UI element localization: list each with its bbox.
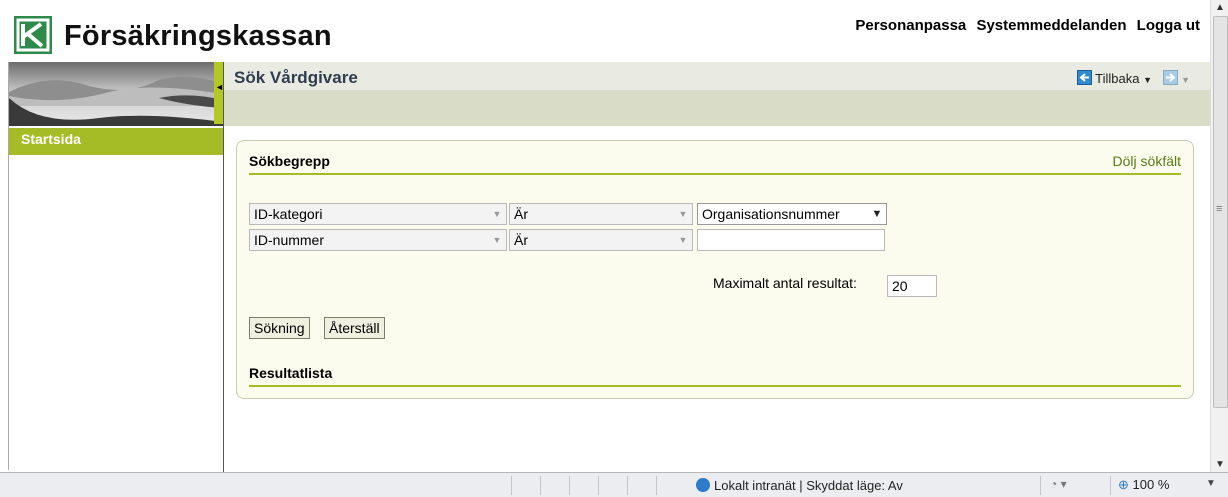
toolbar-band [224,90,1210,126]
hide-search-link[interactable]: Dölj sökfält [1113,153,1181,169]
personalize-link[interactable]: Personanpassa [855,17,966,34]
search-section-title: Sökbegrepp [249,153,330,169]
security-zone[interactable]: Lokalt intranät | Skyddat läge: Av [696,478,903,493]
back-button[interactable]: Tillbaka ▼ [1077,70,1152,86]
field-select-value: ID-nummer [254,232,325,248]
field-select-1[interactable]: ID-kategori ▼ [249,203,507,225]
chevron-down-icon: ▼ [492,209,502,219]
system-messages-link[interactable]: Systemmeddelanden [976,17,1126,34]
operator-select-2[interactable]: Är ▼ [509,229,693,251]
globe-icon [696,478,710,492]
back-label: Tillbaka [1095,71,1140,86]
operator-select-1[interactable]: Är ▼ [509,203,693,225]
security-zone-text: Lokalt intranät | Skyddat läge: Av [714,478,903,493]
status-divider [511,476,512,495]
zoom-value: 100 % [1132,477,1170,492]
status-divider [569,476,570,495]
app-header: Försäkringskassan Personanpassa Systemme… [0,0,1210,62]
max-results-label: Maximalt antal resultat: [713,275,857,291]
logo-icon [14,16,52,54]
status-divider [1040,476,1041,495]
landscape-banner [9,62,223,126]
title-bar: Sök Vårdgivare Tillbaka ▼ ▼ [224,62,1210,90]
logout-link[interactable]: Logga ut [1137,17,1200,34]
sidebar-item-startsida[interactable]: Startsida [9,128,223,155]
results-section-header: Resultatlista [249,363,1181,387]
scroll-up-icon[interactable]: ▲ [1215,2,1225,13]
id-number-input[interactable] [697,229,885,251]
back-arrow-icon [1077,70,1093,85]
search-button[interactable]: Sökning [249,317,310,339]
search-panel: Sökbegrepp Dölj sökfält ID-kategori ▼ Är… [236,140,1194,399]
chevron-down-icon: ▼ [492,235,502,245]
forward-arrow-icon [1163,70,1179,85]
operator-select-value: Är [514,206,528,222]
chevron-down-icon: ▼ [678,235,688,245]
status-divider [1110,476,1111,495]
results-section-title: Resultatlista [249,365,333,381]
scroll-thumb[interactable] [1213,16,1228,408]
top-links: Personanpassa Systemmeddelanden Logga ut [849,17,1200,34]
chevron-down-icon: ▼ [1181,75,1190,85]
operator-select-value: Är [514,232,528,248]
status-divider [598,476,599,495]
search-section-header: Sökbegrepp Dölj sökfält [249,151,1181,175]
protected-mode-icon[interactable]: ◔ ▾ [1050,477,1067,491]
reset-button[interactable]: Återställ [324,317,385,339]
value-select-1[interactable]: Organisationsnummer ▼ [697,203,887,225]
page-title: Sök Vårdgivare [234,68,358,87]
zoom-level[interactable]: ⊕ 100 % [1118,477,1169,493]
zoom-icon: ⊕ [1118,477,1129,492]
chevron-down-icon: ▼ [1143,75,1152,85]
scroll-down-icon[interactable]: ▼ [1215,459,1225,470]
sidebar: Startsida [8,62,223,470]
brand-name: Försäkringskassan [64,20,332,52]
field-select-value: ID-kategori [254,206,323,222]
chevron-down-icon: ▼ [871,208,883,220]
status-divider [656,476,657,495]
vertical-scrollbar[interactable]: ▲ ▼ [1210,0,1228,472]
max-results-input[interactable]: 20 [887,275,937,297]
status-divider [627,476,628,495]
forward-button[interactable]: ▼ [1163,70,1190,86]
chevron-down-icon[interactable]: ▼ [1206,478,1216,489]
status-bar: Lokalt intranät | Skyddat läge: Av ◔ ▾ ⊕… [0,472,1228,497]
field-select-2[interactable]: ID-nummer ▼ [249,229,507,251]
value-select-value: Organisationsnummer [702,206,840,222]
status-divider [540,476,541,495]
chevron-down-icon: ▼ [678,209,688,219]
